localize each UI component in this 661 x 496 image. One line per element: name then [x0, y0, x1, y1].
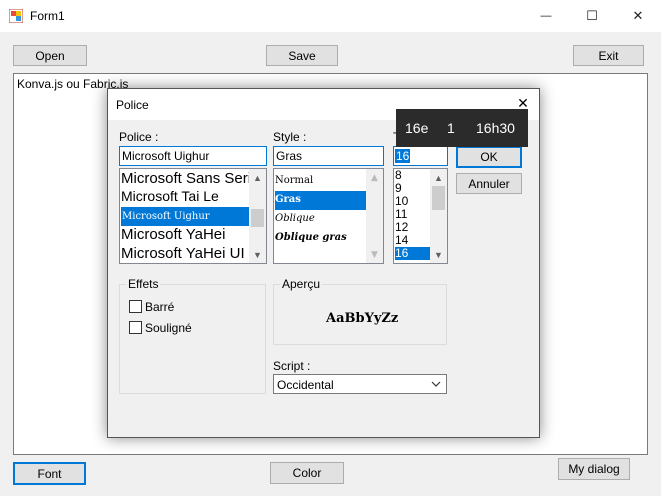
save-button[interactable]: Save: [266, 45, 338, 66]
font-list-scrollbar[interactable]: ▲ ▼: [249, 169, 266, 263]
font-style-label: Style :: [273, 130, 307, 144]
font-list-item[interactable]: Microsoft Tai Le: [121, 188, 249, 207]
scroll-down-icon[interactable]: ▼: [430, 246, 447, 263]
effects-label: Effets: [126, 277, 161, 291]
tooltip-item: 16h30: [476, 120, 515, 136]
tooltip-item: 16e: [405, 120, 429, 136]
maximize-button[interactable]: ☐: [569, 0, 615, 32]
dialog-title: Police: [116, 98, 149, 112]
color-button[interactable]: Color: [270, 462, 344, 484]
size-list-item[interactable]: 14: [395, 234, 430, 247]
scroll-down-icon[interactable]: ▼: [366, 246, 383, 263]
size-list-scrollbar[interactable]: ▲ ▼: [430, 169, 447, 263]
size-list-item[interactable]: 10: [395, 195, 430, 208]
font-size-list[interactable]: 8 9 10 11 12 14 16 ▲ ▼: [393, 168, 448, 264]
close-button[interactable]: ✕: [615, 0, 661, 32]
script-select[interactable]: Occidental: [273, 374, 447, 394]
font-style-list[interactable]: Normal Gras Oblique Oblique gras ▲ ▼: [273, 168, 384, 264]
app-icon: [9, 9, 23, 23]
font-list-item[interactable]: Microsoft YaHei: [121, 226, 249, 246]
script-label: Script :: [273, 359, 311, 373]
tooltip-item: 1: [447, 120, 455, 136]
style-list-item[interactable]: Oblique: [275, 210, 367, 229]
style-list-scrollbar[interactable]: ▲ ▼: [366, 169, 383, 263]
font-button[interactable]: Font: [13, 462, 86, 485]
size-list-item-selected[interactable]: 16: [395, 247, 430, 260]
style-list-item[interactable]: Normal: [275, 172, 367, 191]
font-size-value: 16: [395, 149, 411, 163]
scroll-up-icon[interactable]: ▲: [366, 169, 383, 186]
size-list-item[interactable]: 12: [395, 221, 430, 234]
window-title: Form1: [30, 9, 65, 23]
font-list-item-selected[interactable]: Microsoft Uighur: [121, 207, 249, 226]
title-bar: Form1 — ☐ ✕: [0, 0, 661, 32]
scroll-thumb[interactable]: [432, 186, 445, 210]
close-icon: ✕: [632, 8, 644, 23]
underline-label: Souligné: [145, 321, 192, 335]
underline-checkbox[interactable]: [129, 321, 142, 334]
script-value: Occidental: [277, 378, 334, 392]
scroll-up-icon[interactable]: ▲: [249, 169, 266, 186]
font-family-label: Police :: [119, 130, 159, 144]
exit-button[interactable]: Exit: [573, 45, 644, 66]
preview-text: AaBbYyZz: [326, 311, 399, 326]
font-family-list[interactable]: Microsoft Sans Serif Microsoft Tai Le Mi…: [119, 168, 267, 264]
font-list-item[interactable]: Microsoft YaHei UI: [121, 245, 249, 263]
cancel-button[interactable]: Annuler: [456, 173, 522, 194]
open-button[interactable]: Open: [13, 45, 87, 66]
strikeout-label: Barré: [145, 300, 175, 314]
scroll-up-icon[interactable]: ▲: [430, 169, 447, 186]
scroll-down-icon[interactable]: ▼: [249, 246, 266, 263]
font-family-input[interactable]: Microsoft Uighur: [119, 146, 267, 166]
size-list-item[interactable]: 9: [395, 182, 430, 195]
chevron-down-icon: [431, 381, 441, 387]
tooltip: 16e 1 16h30: [396, 109, 528, 147]
minimize-button[interactable]: —: [523, 0, 569, 32]
preview-label: Aperçu: [280, 277, 323, 291]
minimize-icon: —: [540, 10, 552, 22]
scroll-thumb[interactable]: [251, 209, 264, 227]
font-size-input[interactable]: 16: [393, 146, 448, 166]
maximize-icon: ☐: [586, 8, 598, 23]
font-style-input[interactable]: Gras: [273, 146, 384, 166]
my-dialog-button[interactable]: My dialog: [558, 458, 630, 480]
strikeout-checkbox[interactable]: [129, 300, 142, 313]
size-list-item[interactable]: 11: [395, 208, 430, 221]
style-list-item[interactable]: Oblique gras: [275, 229, 367, 248]
ok-button[interactable]: OK: [456, 146, 522, 168]
size-list-item[interactable]: 8: [395, 169, 430, 182]
style-list-item-selected[interactable]: Gras: [275, 191, 367, 210]
font-list-item[interactable]: Microsoft Sans Serif: [121, 170, 249, 189]
